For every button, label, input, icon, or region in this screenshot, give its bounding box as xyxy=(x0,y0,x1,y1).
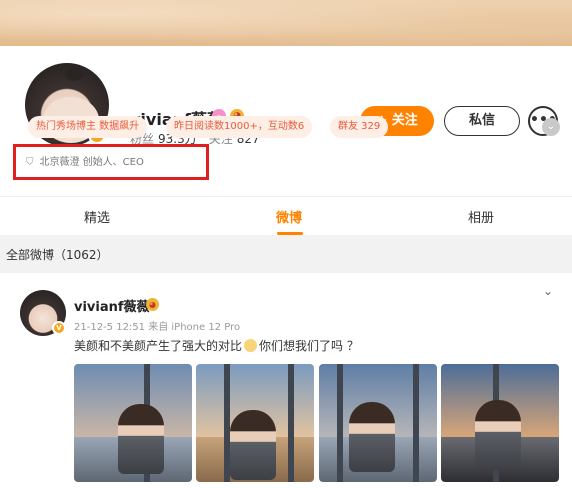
post-username[interactable]: vivianf薇薇 xyxy=(74,296,150,315)
window-frame xyxy=(413,364,419,482)
emoji-icon: ◕ xyxy=(146,298,159,311)
tab-featured[interactable]: 精选 xyxy=(84,207,110,226)
post-photo-1[interactable] xyxy=(74,364,192,482)
photo-person xyxy=(230,410,276,480)
tab-album[interactable]: 相册 xyxy=(468,207,494,226)
post-source: 来自 iPhone 12 Pro xyxy=(148,322,241,333)
photo-person xyxy=(118,404,164,474)
tab-weibo[interactable]: 微博 xyxy=(276,207,302,226)
post-photo-3[interactable] xyxy=(319,364,437,482)
photo-person xyxy=(349,402,395,472)
post-photo-4[interactable] xyxy=(441,364,559,482)
profile-banner xyxy=(0,0,572,46)
avatar-hair xyxy=(65,67,83,81)
post-text-part2: 你们想我们了吗 ？ xyxy=(259,339,359,353)
message-button[interactable]: 私信 xyxy=(444,106,520,136)
post-text-part1: 美颜和不美颜产生了强大的对比 xyxy=(74,339,243,353)
post-photo-2[interactable] xyxy=(196,364,314,482)
post-options-chevron-icon[interactable]: ⌄ xyxy=(543,284,553,298)
bio-text: 北京薇澄 创始人、CEO xyxy=(39,157,144,168)
all-posts-title[interactable]: 全部微博（1062） xyxy=(6,246,109,263)
smile-emoji-icon xyxy=(244,339,258,352)
expand-tags-chevron-icon[interactable]: ⌄ xyxy=(542,118,560,136)
window-frame xyxy=(288,364,294,482)
tag-hot-blogger[interactable]: 热门秀场博主 数据飙升 xyxy=(28,116,148,138)
profile-tabs: 精选 微博 相册 xyxy=(0,197,572,235)
post-text: 美颜和不美颜产生了强大的对比 你们想我们了吗 ？ xyxy=(74,337,359,354)
tag-read-count[interactable]: 昨日阅读数1000+，互动数6 xyxy=(166,116,313,138)
bio-line: ⛉ 北京薇澄 创始人、CEO xyxy=(26,153,144,168)
tag-group-friends[interactable]: 群友 329 xyxy=(330,116,389,138)
window-frame xyxy=(337,364,343,482)
post-meta: 21-12-5 12:51 来自 iPhone 12 Pro xyxy=(74,318,240,333)
shield-icon: ⛉ xyxy=(26,157,34,168)
verified-badge-icon: V xyxy=(52,321,66,335)
post-time: 21-12-5 12:51 xyxy=(74,322,146,333)
photo-person xyxy=(475,400,521,470)
